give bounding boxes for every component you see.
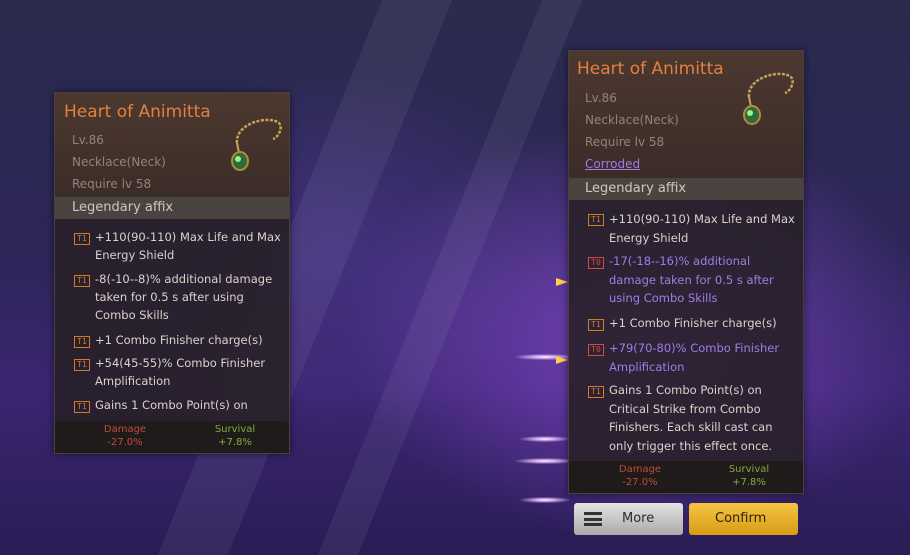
- tier-badge: T0: [588, 344, 604, 356]
- tier-badge: T1: [74, 401, 90, 413]
- survival-label: Survival: [728, 464, 770, 475]
- background-glow: [515, 458, 575, 464]
- stat-comparison-footer: Damage -27.0% Survival +7.8%: [569, 461, 803, 493]
- tier-badge: T1: [74, 233, 90, 245]
- tier-badge: T1: [588, 214, 604, 226]
- item-title: Heart of Animitta: [577, 59, 724, 79]
- survival-label: Survival: [214, 424, 256, 435]
- arrow-right-icon: [556, 356, 568, 364]
- more-button-label: More: [622, 511, 655, 526]
- confirm-button-label: Confirm: [715, 511, 767, 526]
- legendary-affix-header: Legendary affix: [569, 178, 803, 200]
- affix-line: +79(70-80)% Combo Finisher Amplification: [609, 341, 780, 374]
- menu-icon: [584, 512, 602, 526]
- damage-value: -27.0%: [107, 437, 143, 448]
- tier-badge: T1: [74, 336, 90, 348]
- affix-line: +54(45-55)% Combo Finisher Amplification: [95, 356, 266, 388]
- new-item-tooltip: Heart of Animitta Lv.86 Necklace(Neck) R…: [568, 50, 804, 494]
- item-level: Lv.86: [72, 133, 104, 147]
- affix-line: +110(90-110) Max Life and Max Energy Shi…: [95, 230, 281, 262]
- item-requirement: Require lv 58: [72, 177, 152, 191]
- affix-line: -8(-10--8)% additional damage taken for …: [95, 272, 273, 322]
- affix-line: +1 Combo Finisher charge(s): [95, 333, 263, 347]
- item-slot: Necklace(Neck): [585, 113, 679, 127]
- damage-label: Damage: [618, 464, 662, 475]
- tier-badge: T1: [588, 319, 604, 331]
- stat-comparison-footer: Damage -27.0% Survival +7.8%: [55, 421, 289, 453]
- affix-line: Gains 1 Combo Point(s) on: [95, 398, 248, 412]
- background-glow: [520, 497, 570, 503]
- necklace-icon: [231, 118, 282, 171]
- affix-line: +1 Combo Finisher charge(s): [609, 316, 777, 330]
- survival-value: +7.8%: [732, 477, 766, 488]
- tier-badge: T1: [74, 275, 90, 287]
- survival-change: Survival +7.8%: [719, 464, 779, 488]
- affix-line: +110(90-110) Max Life and Max Energy Shi…: [609, 212, 795, 245]
- more-button[interactable]: More: [574, 503, 683, 535]
- affix-line: Gains 1 Combo Point(s) on Critical Strik…: [609, 383, 773, 453]
- item-title: Heart of Animitta: [64, 102, 211, 122]
- item-requirement: Require lv 58: [585, 135, 665, 149]
- damage-label: Damage: [103, 424, 147, 435]
- affix-line: -17(-18--16)% additional damage taken fo…: [609, 254, 774, 305]
- damage-change: Damage -27.0%: [95, 424, 155, 448]
- background-glow: [520, 436, 570, 442]
- tier-badge: T0: [588, 257, 604, 269]
- equipped-item-tooltip: Heart of Animitta Lv.86 Necklace(Neck) R…: [54, 92, 290, 454]
- item-level: Lv.86: [585, 91, 617, 105]
- arrow-right-icon: [556, 278, 568, 286]
- item-slot: Necklace(Neck): [72, 155, 166, 169]
- damage-change: Damage -27.0%: [610, 464, 670, 488]
- survival-value: +7.8%: [218, 437, 252, 448]
- survival-change: Survival +7.8%: [205, 424, 265, 448]
- legendary-affix-header: Legendary affix: [55, 197, 289, 219]
- tier-badge: T1: [588, 386, 604, 398]
- tier-badge: T1: [74, 359, 90, 371]
- damage-value: -27.0%: [622, 477, 658, 488]
- confirm-button[interactable]: Confirm: [689, 503, 798, 535]
- corroded-status-link[interactable]: Corroded: [585, 157, 640, 171]
- necklace-icon: [743, 72, 794, 125]
